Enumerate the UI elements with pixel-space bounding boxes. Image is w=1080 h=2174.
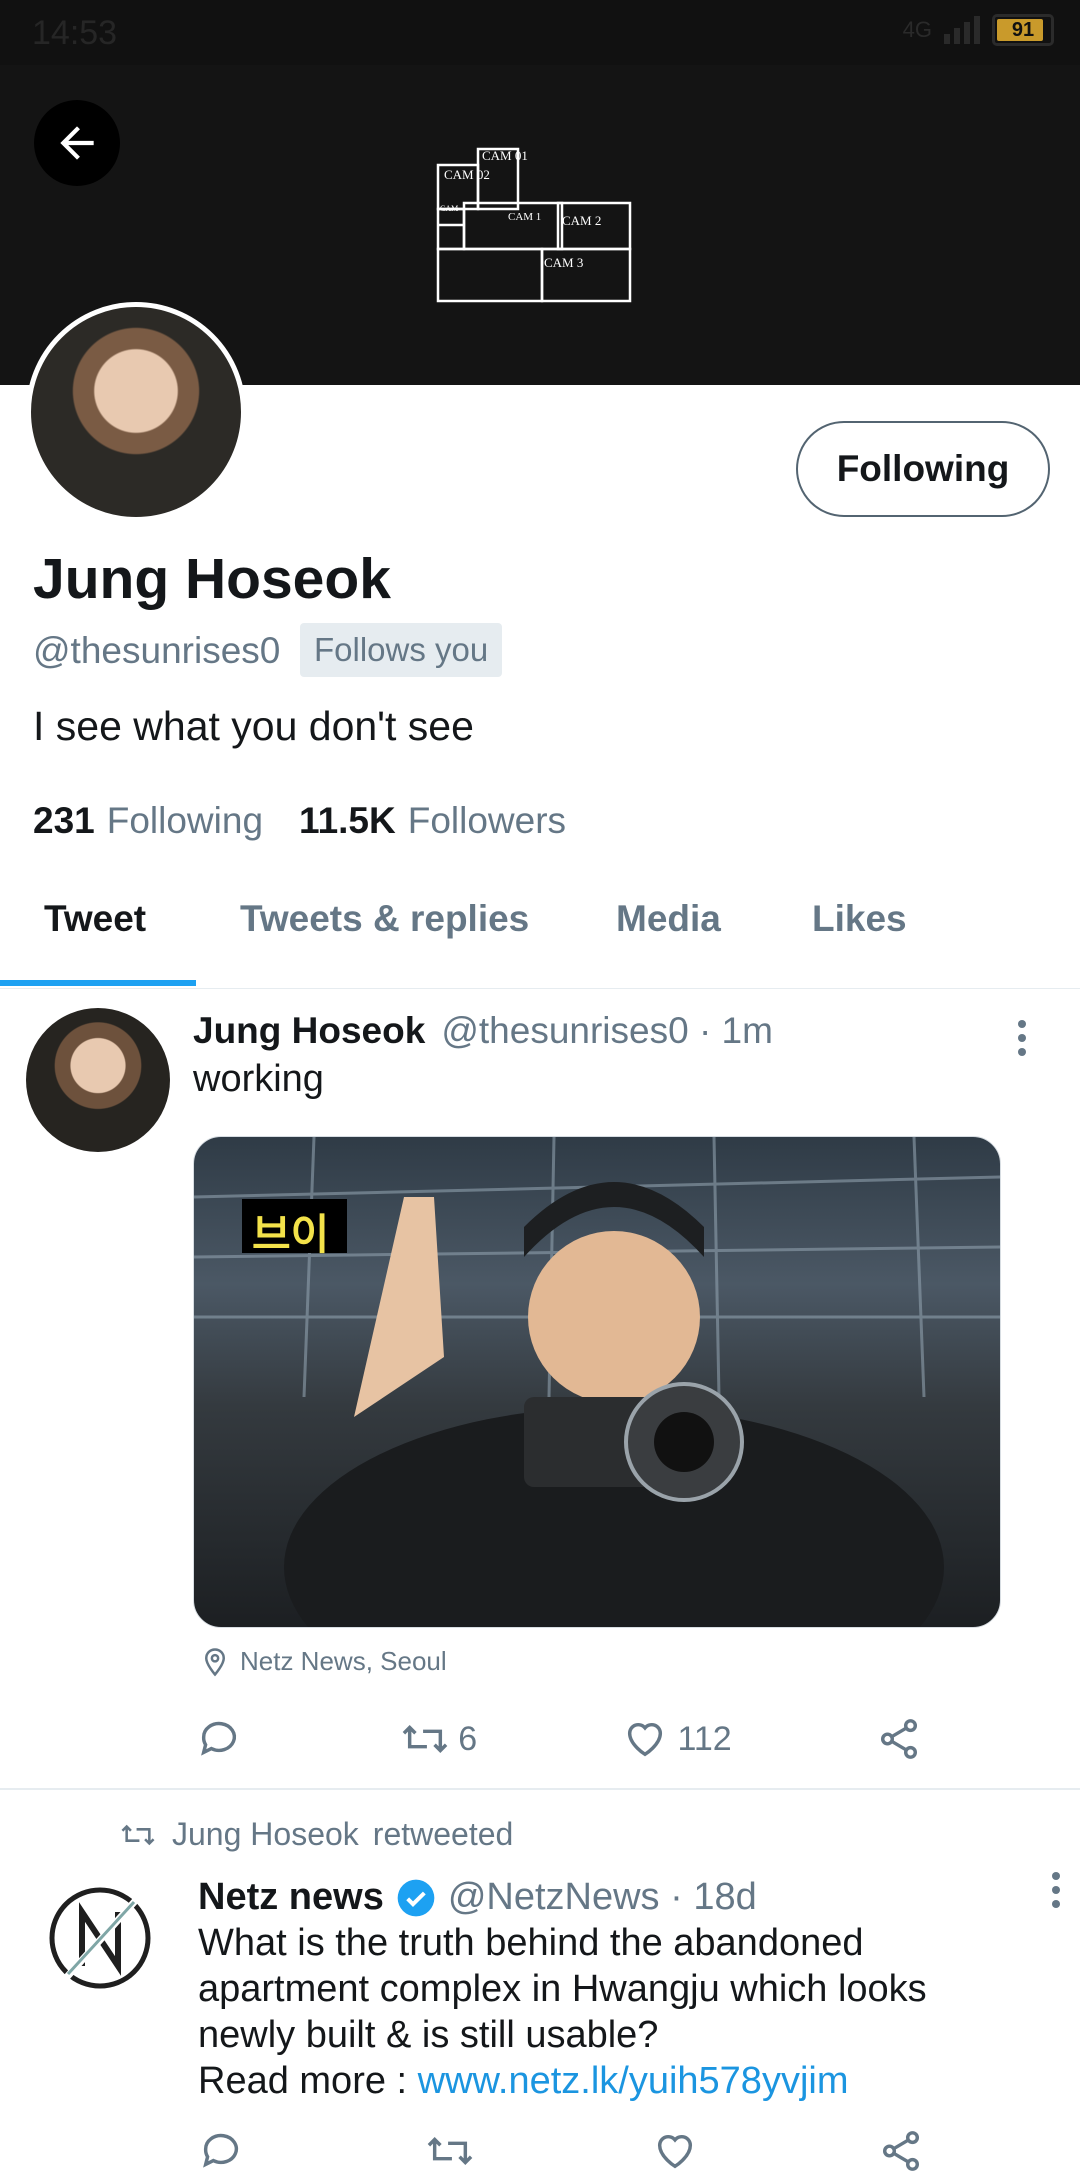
like-button[interactable]	[651, 2128, 711, 2174]
read-more-label: Read more :	[198, 2060, 408, 2102]
share-button[interactable]	[878, 2128, 938, 2174]
verified-badge-icon	[397, 1879, 435, 1916]
tweet-link[interactable]: www.netz.lk/yuih578yvjim	[418, 2060, 849, 2102]
cam-label: CAM 01	[482, 148, 528, 163]
profile-avatar[interactable]	[26, 302, 246, 522]
tweet-header: Jung Hoseok @thesunrises0 · 1m	[193, 1010, 773, 1052]
tab-tweet[interactable]: Tweet	[44, 898, 146, 940]
retweet-count: 6	[458, 1719, 478, 1758]
like-count: 112	[677, 1719, 732, 1758]
profile-stats: 231 Following 11.5K Followers	[33, 800, 590, 842]
more-options-icon[interactable]	[1044, 1870, 1068, 1910]
reply-icon	[203, 2133, 239, 2168]
location-label: Netz News, Seoul	[240, 1646, 447, 1676]
retweeted-by[interactable]: Jung Hoseok retweeted	[118, 1816, 513, 1853]
signal-icon	[944, 16, 980, 44]
network-label: 4G	[902, 17, 932, 42]
tweet-avatar[interactable]	[26, 1008, 170, 1152]
status-icons: 4G 91	[903, 14, 1054, 46]
tweet-meta: @thesunrises0 · 1m	[441, 1010, 773, 1051]
retweet-button[interactable]: 6	[400, 1716, 477, 1762]
share-icon	[880, 1719, 918, 1759]
netz-logo-avatar[interactable]	[44, 1882, 156, 1994]
follows-you-badge: Follows you	[300, 623, 503, 677]
reply-button[interactable]	[198, 2128, 258, 2174]
tab-media[interactable]: Media	[616, 898, 721, 940]
retweet-button[interactable]	[425, 2128, 485, 2174]
media-caption: 브이	[252, 1210, 330, 1259]
battery-icon: 91	[992, 14, 1054, 46]
cam-label: CAM 3	[544, 255, 583, 270]
following-count[interactable]: 231	[33, 800, 95, 842]
tweet-meta: @NetzNews · 18d	[447, 1876, 757, 1918]
profile-handle: @thesunrises0	[33, 630, 281, 671]
reply-button[interactable]	[196, 1716, 256, 1762]
battery-level: 91	[1011, 18, 1035, 41]
status-time: 14:53	[32, 14, 118, 52]
heart-icon	[628, 1722, 663, 1757]
reply-icon	[201, 1721, 237, 1756]
tweet-actions: 6 112	[196, 1716, 936, 1762]
profile-bio: I see what you don't see	[33, 703, 474, 749]
profile-name: Jung Hoseok	[33, 547, 391, 611]
cam-label: CAM 2	[562, 213, 601, 228]
cam-floorplan-image: CAM 01 CAM 02 CAM CAM 1 CAM 2 CAM 3	[436, 147, 632, 303]
following-button[interactable]: Following	[796, 421, 1050, 517]
heart-icon	[658, 2134, 693, 2169]
back-button[interactable]	[34, 100, 120, 186]
tweet-header: Netz news @NetzNews · 18d	[198, 1876, 757, 1919]
tab-likes[interactable]: Likes	[812, 898, 907, 940]
arrow-left-icon	[60, 126, 94, 160]
retweeted-by-name: Jung Hoseok	[172, 1816, 359, 1852]
tweet-media-image[interactable]: 브이	[193, 1136, 1001, 1628]
tweet-text: What is the truth behind the abandoned a…	[198, 1920, 1018, 2104]
location-pin-icon	[204, 1647, 226, 1676]
more-options-icon[interactable]	[1010, 1018, 1034, 1058]
retweet-icon	[121, 1824, 155, 1845]
tweet-divider	[0, 1788, 1080, 1790]
tweet-body: What is the truth behind the abandoned a…	[198, 1922, 927, 2056]
following-label[interactable]: Following	[107, 800, 263, 842]
cam-label: CAM 02	[444, 167, 490, 182]
tweet-text: working	[193, 1058, 324, 1100]
cam-label: CAM 1	[508, 211, 541, 223]
retweet-icon	[402, 1725, 448, 1753]
tweet-location[interactable]: Netz News, Seoul	[200, 1646, 447, 1677]
cam-label: CAM	[440, 204, 458, 213]
followers-label[interactable]: Followers	[408, 800, 566, 842]
followers-count[interactable]: 11.5K	[299, 800, 396, 842]
share-icon	[882, 2131, 919, 2171]
profile-tabs: Tweet Tweets & replies Media Likes	[0, 880, 1080, 989]
active-tab-indicator	[0, 980, 196, 986]
retweet-icon	[427, 2137, 472, 2165]
retweeted-label: retweeted	[372, 1816, 514, 1852]
tweet-author-name[interactable]: Netz news	[198, 1876, 384, 1919]
share-button[interactable]	[876, 1716, 936, 1762]
tab-tweets-replies[interactable]: Tweets & replies	[240, 898, 529, 940]
tweet-author-name[interactable]: Jung Hoseok	[193, 1010, 425, 1052]
tweet-actions	[198, 2128, 938, 2174]
like-button[interactable]: 112	[621, 1716, 732, 1762]
